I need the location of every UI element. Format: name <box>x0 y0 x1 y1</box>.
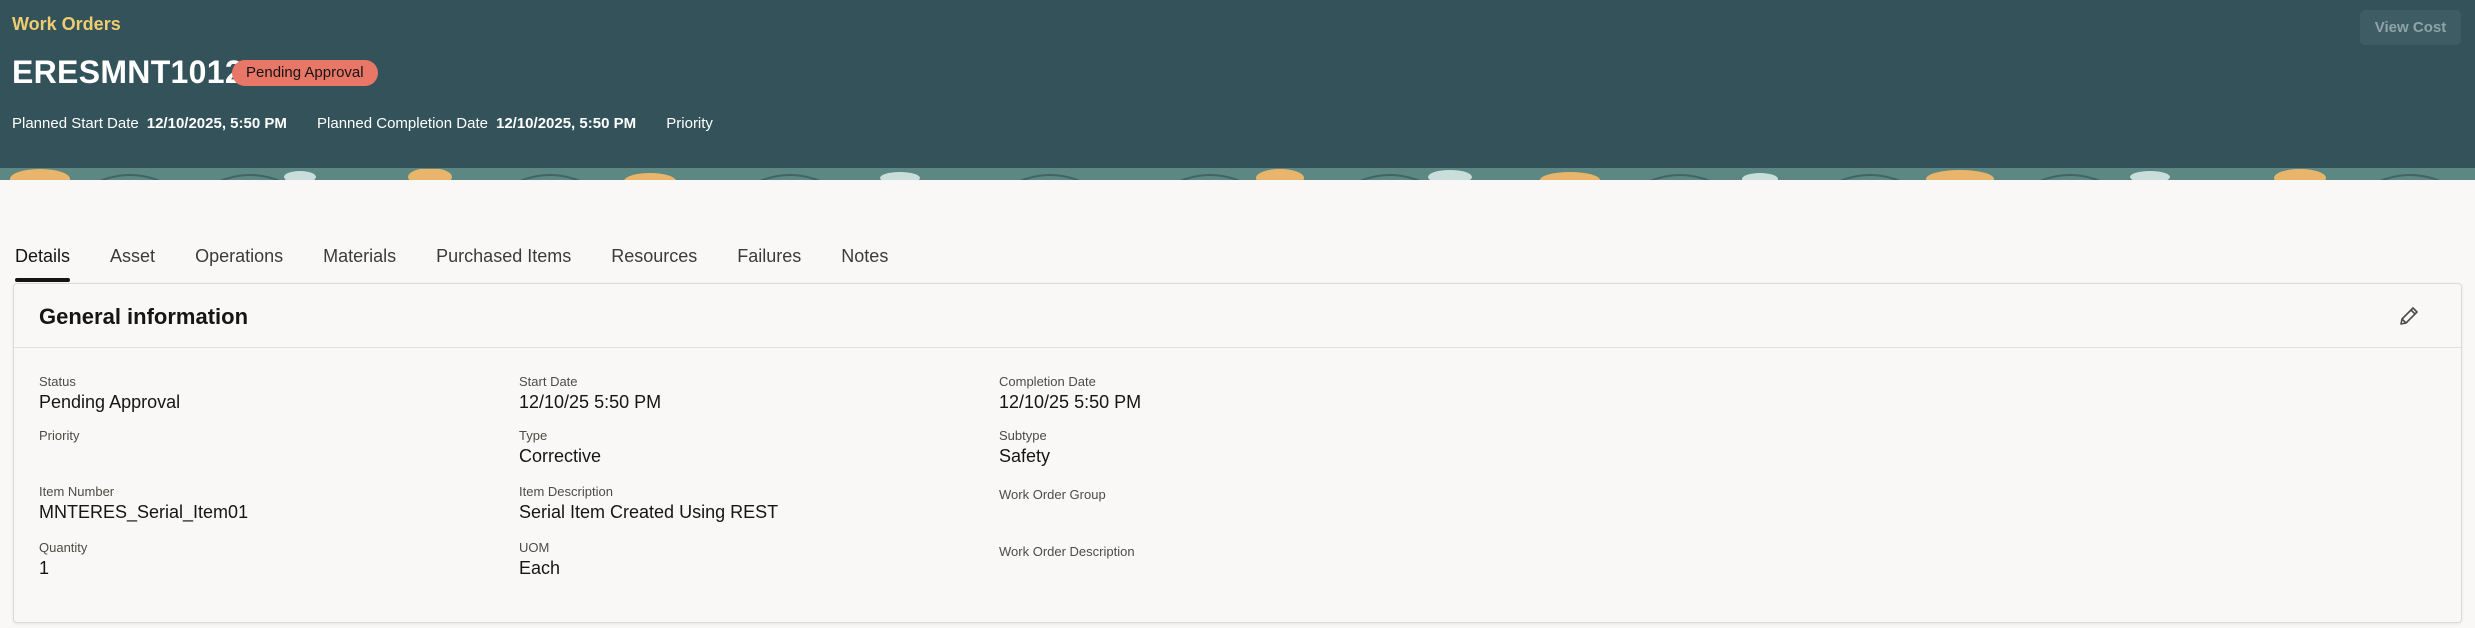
header-metadata: Planned Start Date 12/10/2025, 5:50 PM Pl… <box>12 115 739 132</box>
decorative-banner <box>0 168 2475 180</box>
tab-asset[interactable]: Asset <box>110 238 155 284</box>
field-quantity: Quantity 1 <box>39 540 87 579</box>
tab-bar: Details Asset Operations Materials Purch… <box>0 238 913 284</box>
view-cost-button[interactable]: View Cost <box>2360 10 2461 45</box>
page-title: ERESMNT1012 <box>12 54 243 90</box>
priority-group: Priority <box>666 115 713 132</box>
field-item-description: Item Description Serial Item Created Usi… <box>519 484 778 523</box>
field-type: Type Corrective <box>519 428 601 467</box>
field-completion-date: Completion Date 12/10/25 5:50 PM <box>999 374 1141 413</box>
field-start-date: Start Date 12/10/25 5:50 PM <box>519 374 661 413</box>
field-label: Work Order Group <box>999 487 1106 502</box>
field-uom: UOM Each <box>519 540 560 579</box>
field-label: Start Date <box>519 374 578 389</box>
breadcrumb-work-orders[interactable]: Work Orders <box>12 14 121 35</box>
pencil-icon <box>2400 307 2418 325</box>
planned-completion-label: Planned Completion Date <box>317 115 488 132</box>
edit-button[interactable] <box>2397 304 2421 328</box>
field-label: Work Order Description <box>999 544 1135 559</box>
field-value: Corrective <box>519 446 602 466</box>
status-badge: Pending Approval <box>232 60 378 86</box>
field-label: Subtype <box>999 428 1047 443</box>
field-subtype: Subtype Safety <box>999 428 1050 467</box>
tab-notes[interactable]: Notes <box>841 238 888 284</box>
tab-purchased-items[interactable]: Purchased Items <box>436 238 571 284</box>
field-work-order-description: Work Order Description <box>999 544 1135 561</box>
planned-start-group: Planned Start Date 12/10/2025, 5:50 PM <box>12 115 287 132</box>
decorative-pattern <box>0 168 2475 180</box>
field-item-number: Item Number MNTERES_Serial_Item01 <box>39 484 248 523</box>
tab-resources[interactable]: Resources <box>611 238 697 284</box>
field-value: Safety <box>999 446 1051 466</box>
general-information-card: General information Status Pending Appro… <box>13 283 2462 623</box>
field-value: 12/10/25 5:50 PM <box>519 392 662 412</box>
field-value: MNTERES_Serial_Item01 <box>39 502 249 522</box>
field-value: Each <box>519 558 561 578</box>
field-value: 1 <box>39 558 50 578</box>
field-value: Pending Approval <box>39 392 181 412</box>
planned-completion-group: Planned Completion Date 12/10/2025, 5:50 … <box>317 115 636 132</box>
field-status: Status Pending Approval <box>39 374 180 413</box>
card-title: General information <box>39 304 249 329</box>
field-label: Type <box>519 428 548 443</box>
field-work-order-group: Work Order Group <box>999 487 1106 504</box>
field-label: Quantity <box>39 540 88 555</box>
field-label: Item Description <box>519 484 613 499</box>
tab-details[interactable]: Details <box>15 238 71 284</box>
tab-failures[interactable]: Failures <box>737 238 801 284</box>
priority-header-label: Priority <box>666 115 713 132</box>
tab-materials[interactable]: Materials <box>323 238 396 284</box>
field-label: Completion Date <box>999 374 1096 389</box>
field-value: 12/10/25 5:50 PM <box>999 392 1142 412</box>
tab-operations[interactable]: Operations <box>195 238 283 284</box>
card-header: General information <box>14 284 2461 348</box>
field-label: Status <box>39 374 76 389</box>
field-label: UOM <box>519 540 550 555</box>
field-value: Serial Item Created Using REST <box>519 502 779 522</box>
field-label: Item Number <box>39 484 115 499</box>
planned-start-label: Planned Start Date <box>12 115 139 132</box>
field-priority: Priority <box>39 428 79 445</box>
planned-start-value: 12/10/2025, 5:50 PM <box>146 115 287 132</box>
page-header: Work Orders ERESMNT1012 Pending Approval… <box>0 0 2475 168</box>
planned-completion-value: 12/10/2025, 5:50 PM <box>495 115 637 132</box>
field-label: Priority <box>39 428 80 443</box>
